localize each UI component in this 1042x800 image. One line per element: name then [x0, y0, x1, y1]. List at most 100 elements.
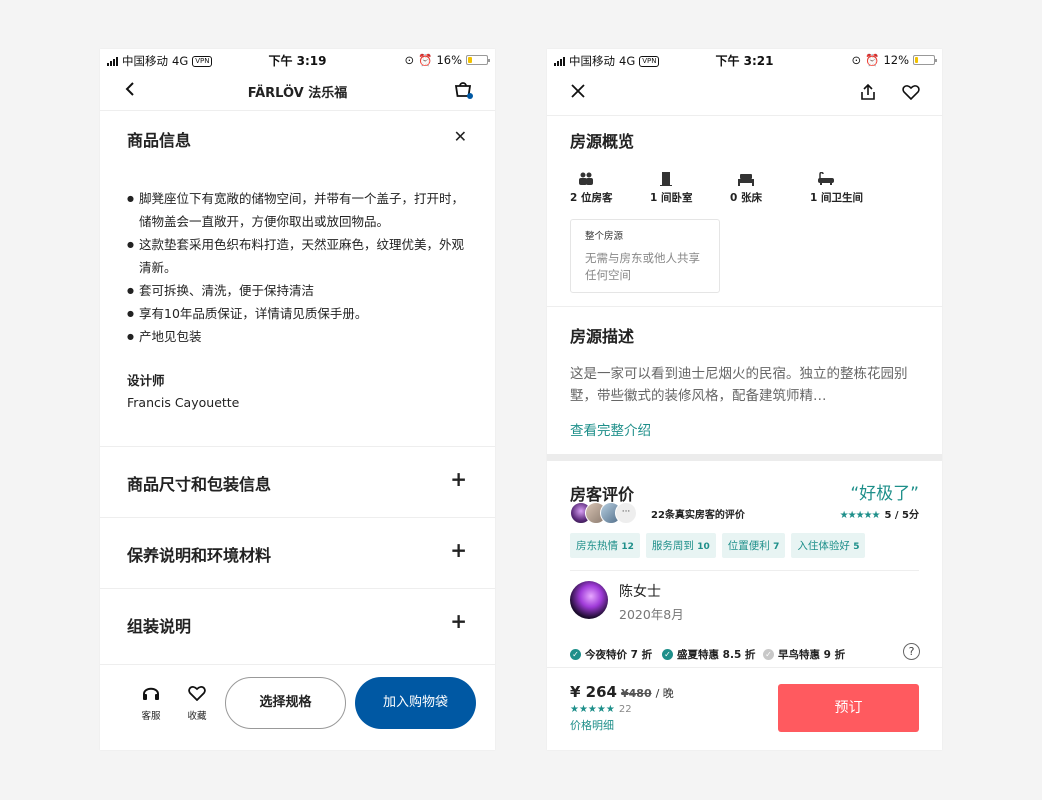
price-rating: ★★★★★ 22	[570, 704, 674, 715]
amenity-bed: 0 张床	[730, 172, 810, 205]
amenities-row: 2 位房客 1 间卧室 0 张床 1 间卫生间	[547, 152, 942, 205]
accordion-title: 保养说明和环境材料	[127, 546, 272, 565]
reviewer-name: 陈女士	[619, 584, 661, 600]
review-tag[interactable]: 位置便利 7	[721, 533, 786, 558]
price-details-link[interactable]: 价格明细	[570, 717, 674, 733]
reviewer-avatars[interactable]: ···	[570, 502, 637, 524]
entire-place-title: 整个房源	[585, 231, 624, 242]
status-bar: 中国移动 4G VPN 下午 3:19 ⊙ ⏰ 16%	[100, 49, 495, 71]
ikea-product-screen: 中国移动 4G VPN 下午 3:19 ⊙ ⏰ 16% FÄRLÖV 法乐福 商…	[100, 49, 495, 750]
entire-place-desc: 无需与房东或他人共享任何空间	[585, 251, 700, 282]
bottom-action-bar: 客服 收藏 选择规格 加入购物袋	[100, 664, 495, 750]
list-item: 享有10年品质保证，详情请见质保手册。	[127, 302, 465, 325]
book-button[interactable]: 预订	[778, 684, 919, 732]
reviews-section: 房客评价 “好极了” ··· 22条真实房客的评价 ★★★★★ 5 / 5分 房东…	[547, 461, 942, 629]
section-divider	[547, 454, 942, 461]
amenity-bedroom: 1 间卧室	[650, 172, 730, 205]
battery-percent: 16%	[436, 53, 462, 67]
review-count: 22条真实房客的评价	[651, 510, 745, 521]
description-text: 这是一家可以看到迪士尼烟火的民宿。独立的整栋花园别墅，带些徽式的装修风格，配备建…	[570, 366, 908, 404]
overview-section: 房源概览 2 位房客 1 间卧室 0 张床 1 间卫生间 整个房源 无需与房东或…	[547, 115, 942, 306]
reviewer-card[interactable]: 陈女士 2020年8月	[547, 571, 942, 629]
designer-label: 设计师	[127, 373, 165, 388]
designer-name: Francis Cayouette	[127, 395, 240, 410]
review-tags: 房东热情 12 服务周到 10 位置便利 7 入住体验好 5	[547, 525, 942, 558]
battery-icon	[466, 55, 490, 65]
product-info-header: 商品信息 ✕	[100, 111, 495, 161]
description-heading: 房源描述	[570, 327, 635, 346]
list-item: 套可拆换、清洗，便于保持清洁	[127, 279, 465, 302]
guests-icon	[579, 172, 593, 185]
accordion-care[interactable]: 保养说明和环境材料 +	[100, 517, 495, 588]
price-unit: / 晚	[655, 687, 674, 700]
lock-rotation-icon: ⊙	[404, 53, 415, 67]
plus-icon[interactable]: +	[450, 467, 467, 491]
select-spec-button[interactable]: 选择规格	[225, 677, 346, 729]
plus-icon[interactable]: +	[450, 538, 467, 562]
price-box: ¥ 264 ¥480/ 晚 ★★★★★ 22 价格明细	[570, 683, 674, 733]
entire-place-card: 整个房源 无需与房东或他人共享任何空间	[570, 219, 720, 293]
plus-icon[interactable]: +	[450, 609, 467, 633]
alarm-icon: ⏰	[865, 53, 880, 67]
check-icon: ✓	[570, 649, 581, 660]
review-tag[interactable]: 入住体验好 5	[791, 533, 866, 558]
battery-percent: 12%	[883, 53, 909, 67]
share-icon[interactable]	[860, 83, 876, 105]
booking-bar: ✓ 今夜特价 7 折 ✓ 盛夏特惠 8.5 折 ✓ 早鸟特惠 9 折 ? ¥ 264 ¥…	[547, 638, 942, 750]
shopping-bag-icon[interactable]	[453, 79, 475, 105]
overview-heading: 房源概览	[570, 132, 635, 151]
product-info-heading: 商品信息	[127, 131, 192, 150]
battery-icon	[913, 55, 937, 65]
list-item: 这款垫套采用色织布料打造，天然亚麻色，纹理优美，外观清新。	[127, 233, 465, 279]
discount-summer: ✓ 盛夏特惠 8.5 折	[662, 647, 755, 662]
add-to-cart-button[interactable]: 加入购物袋	[355, 677, 476, 729]
headphones-icon	[143, 687, 159, 700]
amenity-bathroom: 1 间卫生间	[810, 172, 890, 205]
nav-bar: FÄRLÖV 法乐福	[100, 71, 495, 111]
accordion-dimensions[interactable]: 商品尺寸和包装信息 +	[100, 446, 495, 517]
discount-row: ✓ 今夜特价 7 折 ✓ 盛夏特惠 8.5 折 ✓ 早鸟特惠 9 折 ?	[547, 638, 942, 668]
accordion-assembly[interactable]: 组装说明 +	[100, 588, 495, 659]
page-title: FÄRLÖV 法乐福	[247, 86, 348, 101]
check-icon: ✓	[662, 649, 673, 660]
nav-bar	[547, 71, 942, 115]
more-avatars: ···	[615, 502, 637, 524]
check-icon: ✓	[763, 649, 774, 660]
airbnb-listing-screen: 中国移动 4G VPN 下午 3:21 ⊙ ⏰ 12% 房源概览 2 位房客 1…	[547, 49, 942, 750]
list-item: 脚凳座位下有宽敞的储物空间，并带有一个盖子，打开时，储物盖会一直敞开，方便你取出…	[127, 187, 465, 233]
favorite-label: 收藏	[187, 711, 207, 722]
description-section: 房源描述 这是一家可以看到迪士尼烟火的民宿。独立的整栋花园别墅，带些徽式的装修风…	[547, 306, 942, 454]
accordion-title: 组装说明	[127, 617, 192, 636]
close-icon[interactable]	[571, 82, 585, 103]
discount-early-bird: ✓ 早鸟特惠 9 折	[763, 647, 845, 662]
accordion-title: 商品尺寸和包装信息	[127, 475, 272, 494]
amenity-guests: 2 位房客	[570, 172, 650, 205]
review-score: ★★★★★ 5 / 5分	[839, 510, 919, 521]
original-price: ¥480	[620, 687, 652, 700]
review-tag[interactable]: 服务周到 10	[645, 533, 716, 558]
view-full-intro-link[interactable]: 查看完整介绍	[547, 407, 942, 439]
rating-count: 22	[618, 704, 632, 715]
star-rating: ★★★★★	[570, 704, 615, 715]
status-bar: 中国移动 4G VPN 下午 3:21 ⊙ ⏰ 12%	[547, 49, 942, 71]
service-button[interactable]: 客服	[136, 685, 166, 722]
product-features-list: 脚凳座位下有宽敞的储物空间，并带有一个盖子，打开时，储物盖会一直敞开，方便你取出…	[100, 161, 495, 348]
accordion-list: 商品尺寸和包装信息 + 保养说明和环境材料 + 组装说明 +	[100, 446, 495, 659]
list-item: 产地见包装	[127, 325, 465, 348]
star-rating: ★★★★★	[839, 510, 881, 521]
door-icon	[660, 172, 672, 186]
lock-rotation-icon: ⊙	[851, 53, 862, 67]
alarm-icon: ⏰	[418, 53, 433, 67]
heart-icon	[188, 686, 206, 702]
heart-icon[interactable]	[902, 84, 920, 104]
avatar	[570, 581, 608, 619]
reviewer-date: 2020年8月	[619, 607, 684, 622]
discount-tonight: ✓ 今夜特价 7 折	[570, 647, 652, 662]
bed-icon	[738, 174, 754, 186]
close-icon[interactable]: ✕	[454, 127, 467, 146]
favorite-button[interactable]: 收藏	[182, 685, 212, 722]
review-tag[interactable]: 房东热情 12	[570, 533, 640, 558]
service-label: 客服	[141, 711, 161, 722]
help-icon[interactable]: ?	[903, 643, 920, 660]
price: ¥ 264 ¥480/ 晚	[570, 683, 674, 701]
